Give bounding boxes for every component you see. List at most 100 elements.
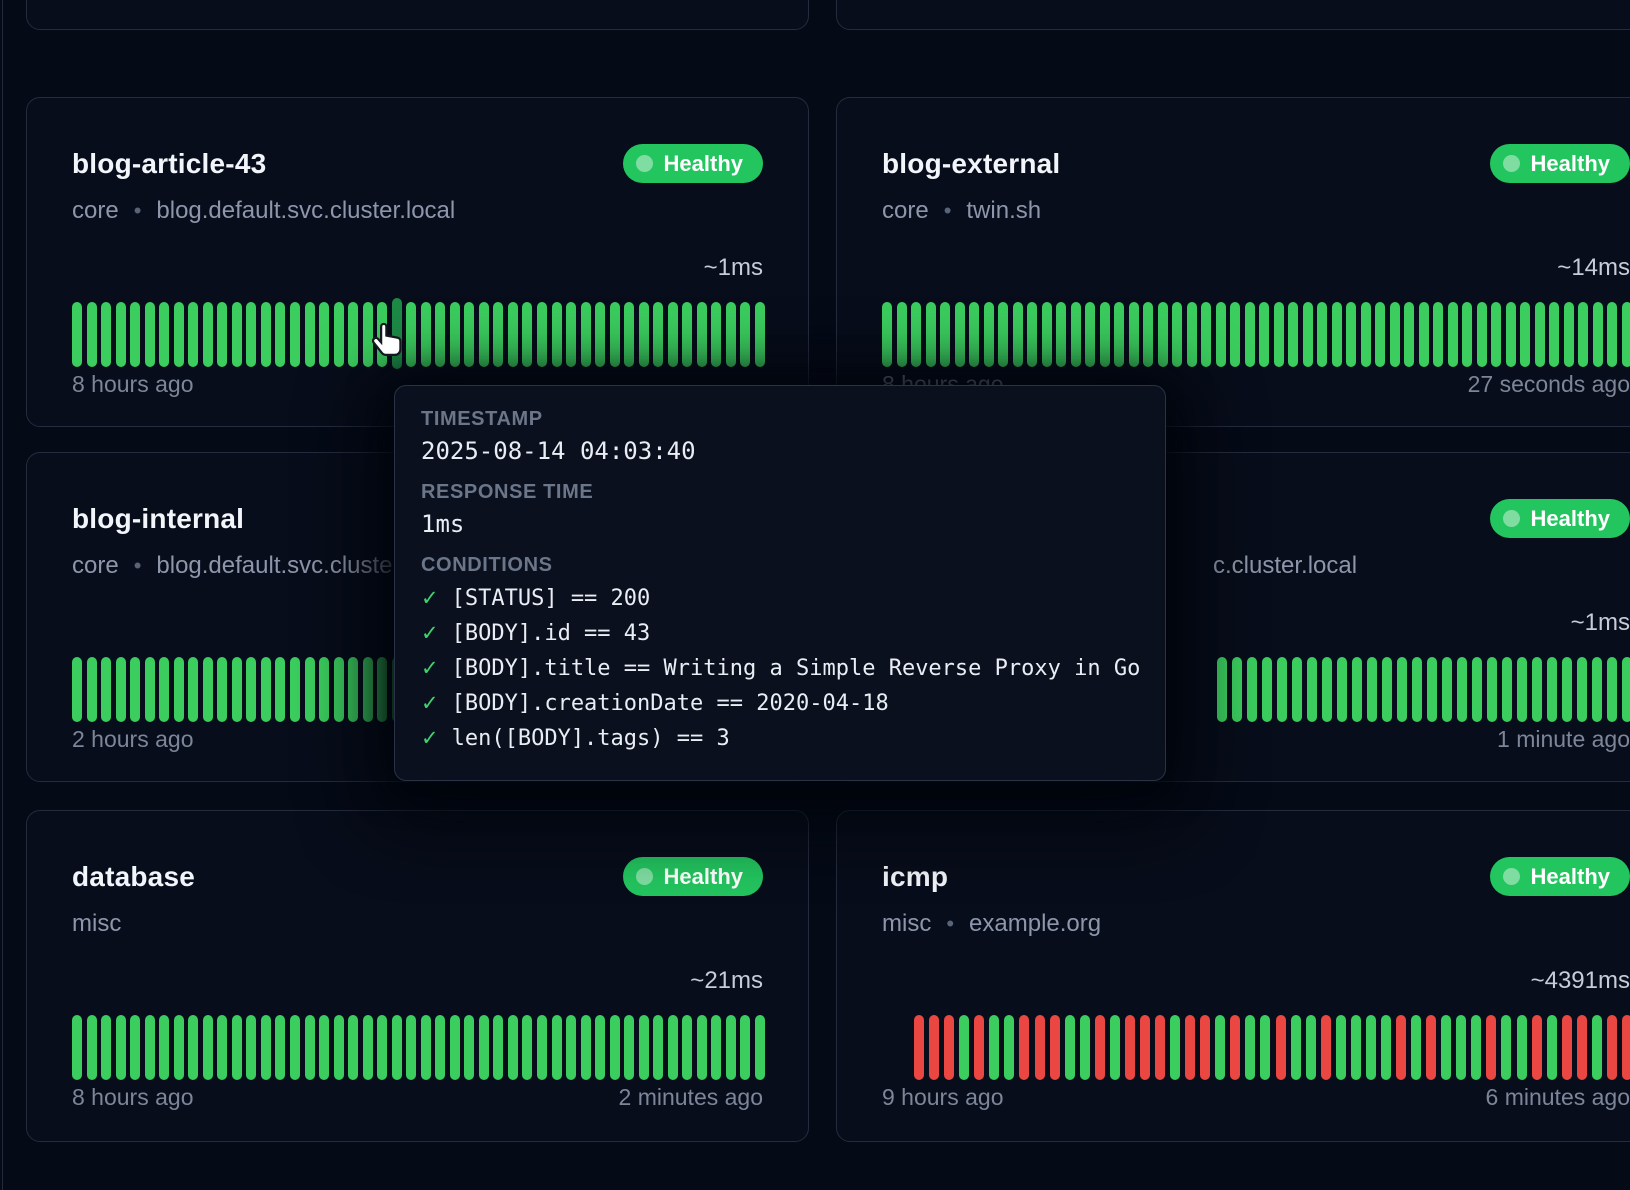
status-bar[interactable] [305,1015,315,1080]
status-bar[interactable] [174,302,184,367]
status-bar[interactable] [1547,657,1557,722]
status-bar[interactable] [319,302,329,367]
status-bar[interactable] [1114,302,1124,367]
status-bar[interactable] [1201,302,1211,367]
status-bar[interactable] [1262,657,1272,722]
status-bar[interactable] [363,657,373,722]
status-bar[interactable] [959,1015,969,1080]
status-bar[interactable] [1486,1015,1496,1080]
status-bar[interactable] [1172,302,1182,367]
status-bar[interactable] [261,1015,271,1080]
status-bar[interactable] [87,1015,97,1080]
status-bar[interactable] [653,302,663,367]
status-bar[interactable] [1448,302,1458,367]
status-bar[interactable] [72,1015,82,1080]
status-bar[interactable] [610,302,620,367]
status-bar[interactable] [334,1015,344,1080]
status-bar[interactable] [406,1015,416,1080]
status-bar[interactable] [697,302,707,367]
status-bar[interactable] [1317,302,1327,367]
status-bar[interactable] [1230,302,1240,367]
status-bar[interactable] [755,1015,765,1080]
status-bar[interactable] [1042,302,1052,367]
status-bar[interactable] [711,1015,721,1080]
status-bar[interactable] [275,302,285,367]
status-bar[interactable] [998,302,1008,367]
status-bar[interactable] [668,1015,678,1080]
status-bar[interactable] [1592,1015,1602,1080]
status-bar[interactable] [1217,657,1227,722]
status-bar[interactable] [130,657,140,722]
status-bar[interactable] [944,1015,954,1080]
status-bar[interactable] [101,302,111,367]
status-bar[interactable] [581,1015,591,1080]
status-bar[interactable] [1442,657,1452,722]
status-bar[interactable] [552,1015,562,1080]
status-bar[interactable] [1245,302,1255,367]
status-bar[interactable] [1332,302,1342,367]
status-bar[interactable] [145,1015,155,1080]
status-bar[interactable] [348,1015,358,1080]
status-bar[interactable] [1622,1015,1630,1080]
status-bar[interactable] [508,1015,518,1080]
status-bar[interactable] [363,1015,373,1080]
status-bar[interactable] [1506,302,1516,367]
status-bar[interactable] [217,302,227,367]
endpoint-card-partial[interactable] [26,0,809,30]
status-bar[interactable] [1307,657,1317,722]
status-bar[interactable] [1050,1015,1060,1080]
status-bar[interactable] [145,657,155,722]
status-bar[interactable] [1426,1015,1436,1080]
status-bar[interactable] [1185,1015,1195,1080]
status-bar[interactable] [1427,657,1437,722]
status-bar[interactable] [1367,657,1377,722]
status-bar[interactable] [101,657,111,722]
status-bar[interactable] [882,302,892,367]
status-bar[interactable] [1260,1015,1270,1080]
status-bar[interactable] [261,302,271,367]
status-bar[interactable] [1291,1015,1301,1080]
status-bar[interactable] [1547,1015,1557,1080]
status-bar[interactable] [188,302,198,367]
status-bar[interactable] [1215,1015,1225,1080]
status-bar[interactable] [1562,1015,1572,1080]
status-bar[interactable] [116,302,126,367]
status-bar[interactable] [1532,1015,1542,1080]
status-bar[interactable] [377,657,387,722]
status-bar[interactable] [1065,1015,1075,1080]
status-bar[interactable] [1140,1015,1150,1080]
status-bar[interactable] [624,302,634,367]
status-bar[interactable] [914,1015,924,1080]
status-bar[interactable] [537,302,547,367]
status-bar[interactable] [1412,657,1422,722]
status-bar[interactable] [639,1015,649,1080]
status-bar[interactable] [450,302,460,367]
status-bar[interactable] [275,1015,285,1080]
status-bar[interactable] [203,1015,213,1080]
status-bar[interactable] [188,1015,198,1080]
status-bar[interactable] [464,302,474,367]
status-bar[interactable] [668,302,678,367]
status-bar[interactable] [261,657,271,722]
status-bar[interactable] [319,657,329,722]
status-bar[interactable] [1321,1015,1331,1080]
status-bar[interactable] [101,1015,111,1080]
status-bar[interactable] [1622,302,1630,367]
status-bar[interactable] [1607,302,1617,367]
status-bar[interactable] [897,302,907,367]
status-bar[interactable] [290,657,300,722]
status-bar[interactable] [1517,657,1527,722]
status-bar[interactable] [348,657,358,722]
status-bar[interactable] [1035,1015,1045,1080]
status-bar[interactable] [232,302,242,367]
endpoint-card[interactable]: blog-article-43 core • blog.default.svc.… [26,97,809,427]
status-bar[interactable] [508,302,518,367]
status-bar[interactable] [711,302,721,367]
status-bar[interactable] [1419,302,1429,367]
status-bar[interactable] [290,302,300,367]
status-bar[interactable] [1277,657,1287,722]
status-bar[interactable] [552,302,562,367]
status-bar[interactable] [1433,302,1443,367]
status-bar[interactable] [203,302,213,367]
status-bar[interactable] [1564,302,1574,367]
